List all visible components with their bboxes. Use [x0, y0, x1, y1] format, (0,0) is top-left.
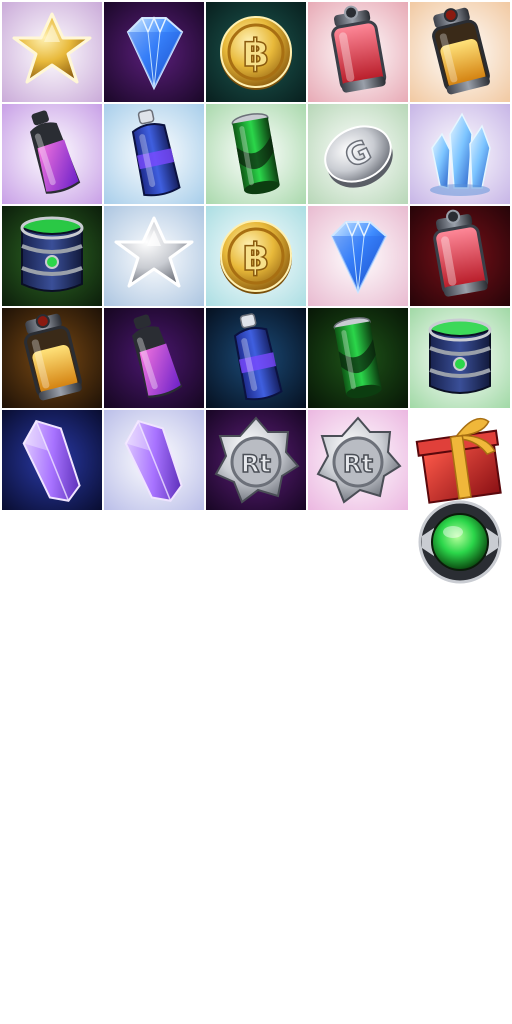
rt-glyph: Rt — [241, 450, 271, 478]
rt-token-icon: Rt — [206, 410, 306, 510]
rt-token-icon: Rt — [308, 410, 408, 510]
blue-energy-bottle-icon — [206, 308, 306, 408]
purple-energy-bottle-icon — [104, 308, 204, 408]
sapphire-gem-icon — [308, 206, 408, 306]
icon-sprite-sheet: ฿ G ฿ Rt Rt — [0, 0, 512, 1024]
green-barrel-icon — [2, 206, 102, 306]
green-energy-can-icon — [206, 104, 306, 204]
green-orb-button-icon — [410, 492, 510, 592]
bitcoin-glyph: ฿ — [243, 31, 269, 75]
purple-crystal-icon — [2, 410, 102, 510]
silver-g-coin-icon: G — [308, 104, 408, 204]
rt-glyph: Rt — [343, 450, 373, 478]
blue-energy-bottle-icon — [104, 104, 204, 204]
blue-crystal-cluster-icon — [410, 104, 510, 204]
green-energy-can-icon — [308, 308, 408, 408]
yellow-fuel-canister-icon — [2, 308, 102, 408]
silver-star-icon — [104, 206, 204, 306]
red-fuel-canister-icon — [308, 2, 408, 102]
bitcoin-coin-icon: ฿ — [206, 206, 306, 306]
bitcoin-glyph: ฿ — [243, 235, 269, 279]
sapphire-gem-icon — [104, 2, 204, 102]
purple-crystal-icon — [104, 410, 204, 510]
red-fuel-canister-icon — [410, 206, 510, 306]
purple-energy-bottle-icon — [2, 104, 102, 204]
yellow-fuel-canister-icon — [410, 2, 510, 102]
green-barrel-icon — [410, 308, 510, 408]
bitcoin-coin-icon: ฿ — [206, 2, 306, 102]
gold-star-icon — [2, 2, 102, 102]
